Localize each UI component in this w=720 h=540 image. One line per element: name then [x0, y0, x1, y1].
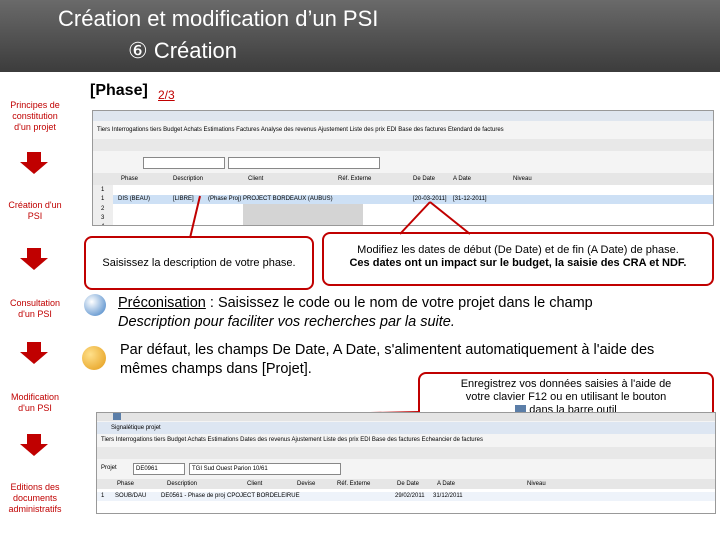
cell-de-date[interactable]: [20-03-2011]	[413, 196, 447, 202]
page-title: Création et modification d’un PSI	[58, 6, 379, 31]
cell-phase[interactable]: SOUB/DAU	[115, 493, 146, 499]
down-arrow-icon	[20, 434, 48, 456]
info-line1: Par défaut, les champs De Date, A Date, …	[120, 342, 655, 358]
col-header: Réf. Externe	[338, 176, 372, 182]
row-number: 1	[101, 196, 105, 202]
cell-client[interactable]: (Phase Proj) PROJECT BORDEAUX (AUBUS)	[208, 196, 333, 202]
col-header: Devise	[297, 481, 316, 487]
toolbar	[97, 413, 715, 421]
phase-grid: Phase Description Client Devise Réf. Ext…	[97, 479, 715, 513]
cell-client[interactable]: CPOJECT BORDELEIRUE	[227, 493, 300, 499]
projet-desc-field[interactable]: TGI Sud Ouest Parion 10/61	[189, 463, 341, 475]
sidebar-item-consultation[interactable]: Consultation d'un PSI	[4, 298, 66, 320]
col-header: Description	[167, 481, 198, 487]
app-screenshot-top: Tiers Interrogations tiers Budget Achats…	[92, 110, 714, 226]
projet-desc-field[interactable]	[228, 157, 380, 169]
callout-dates-line2: Ces dates ont un impact sur le budget, l…	[349, 257, 687, 269]
col-header: Réf. Externe	[337, 481, 371, 487]
down-arrow-icon	[20, 248, 48, 270]
col-header: Niveau	[513, 176, 532, 182]
preconisation-text: : Saisissez le code ou le nom de votre p…	[205, 295, 593, 311]
app-screenshot-bottom: Signalétique projet Tiers Interrogations…	[96, 412, 716, 514]
window-title: Signalétique projet	[111, 425, 161, 431]
cell-a-date[interactable]: 31/12/2011	[433, 493, 463, 499]
menu-bar[interactable]: Tiers Interrogations tiers Budget Achats…	[101, 437, 483, 443]
sidebar-item-principes[interactable]: Principes de constitution d'un projet	[4, 100, 66, 133]
sidebar-flow: Principes de constitution d'un projet Cr…	[0, 72, 72, 540]
down-arrow-icon	[20, 152, 48, 174]
preconisation-text2: Description pour faciliter vos recherche…	[118, 314, 455, 330]
slide-header: Création et modification d’un PSI ⑥ Créa…	[0, 0, 720, 72]
col-header: Client	[247, 481, 263, 487]
menu-bar[interactable]: Tiers Interrogations tiers Budget Achats…	[97, 127, 504, 133]
info-icon	[82, 346, 106, 370]
cell-a-date[interactable]: [31-12-2011]	[453, 196, 487, 202]
preconisation-label: Préconisation	[118, 295, 206, 311]
row-number: 4	[101, 224, 104, 225]
projet-field[interactable]: DE0961	[133, 463, 185, 475]
projet-field[interactable]	[143, 157, 225, 169]
sidebar-item-editions[interactable]: Editions des documents administratifs	[4, 482, 66, 515]
info-line2: mêmes champs dans [Projet].	[120, 361, 312, 377]
preconisation-block: Préconisation : Saisissez le code ou le …	[118, 294, 708, 332]
callout-dates: Modifiez les dates de début (De Date) et…	[322, 232, 714, 286]
col-header: A Date	[453, 176, 472, 182]
callout-save-line2: votre clavier F12 ou en utilisant le bou…	[465, 391, 667, 403]
projet-label: Projet	[101, 465, 117, 471]
callout-description: Saisissez la description de votre phase.	[84, 236, 314, 290]
col-header: Client	[248, 176, 264, 182]
cell-description[interactable]: [LIBRE]	[173, 196, 194, 202]
row-number: 3	[101, 215, 105, 221]
col-header: De Date	[413, 176, 436, 182]
col-header: Phase	[121, 176, 139, 182]
window-titlebar	[93, 111, 713, 121]
callout-dates-line1: Modifiez les dates de début (De Date) et…	[357, 244, 679, 256]
col-header: Description	[173, 176, 204, 182]
tab-strip	[97, 447, 715, 459]
window-titlebar: Signalétique projet	[97, 422, 715, 434]
callout-save-line1: Enregistrez vos données saisies à l'aide…	[460, 378, 672, 390]
phase-step-link[interactable]: 2/3	[158, 88, 175, 102]
cell-phase[interactable]: DIS (BEAU)	[118, 196, 150, 202]
cell-description[interactable]: DE0561 - Phase de proj	[161, 493, 225, 499]
col-header: A Date	[437, 481, 456, 487]
row-number: 2	[101, 206, 105, 212]
page-subtitle: ⑥ Création	[128, 38, 237, 63]
sidebar-item-modification[interactable]: Modification d'un PSI	[4, 392, 66, 414]
projet-desc-value: TGI Sud Ouest Parion 10/61	[192, 466, 268, 472]
cell-de-date[interactable]: 29/02/2011	[395, 493, 425, 499]
magnifier-icon	[84, 294, 106, 316]
row-number: 1	[101, 187, 105, 193]
save-icon[interactable]	[113, 413, 121, 420]
toolbar	[93, 139, 713, 151]
phase-title: [Phase]	[90, 82, 148, 99]
col-header: Phase	[117, 481, 135, 487]
phase-grid: Phase Description Client Réf. Externe De…	[93, 173, 713, 225]
col-header: De Date	[397, 481, 420, 487]
projet-value: DE0961	[136, 466, 158, 472]
row-number: 1	[101, 493, 105, 499]
down-arrow-icon	[20, 342, 48, 364]
col-header: Niveau	[527, 481, 546, 487]
sidebar-item-creation[interactable]: Création d'un PSI	[4, 200, 66, 222]
callout-description-text: Saisissez la description de votre phase.	[102, 257, 296, 269]
